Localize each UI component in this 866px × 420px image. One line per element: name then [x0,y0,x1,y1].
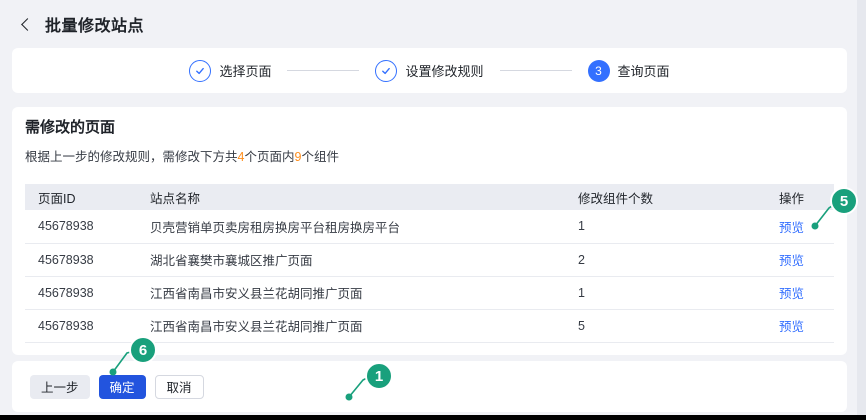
step-label: 选择页面 [219,61,271,80]
step-label: 设置修改规则 [405,61,483,80]
footer-action-bar: 上一步 确定 取消 [12,361,847,412]
chevron-left-icon [21,18,34,31]
cell-page-id: 45678938 [25,309,137,342]
cell-site-name: 贝壳营销单页卖房租房换房平台租房换房平台 [137,210,565,243]
cell-component-count: 1 [565,276,775,309]
bottom-edge-strip [0,415,866,420]
step-select-pages: 选择页面 [189,60,271,82]
step-connector [500,70,572,71]
previous-step-button[interactable]: 上一步 [30,375,90,399]
step-query-pages: 3 查询页面 [588,60,670,82]
cell-site-name: 湖北省襄樊市襄城区推广页面 [137,243,565,276]
col-header-page-id: 页面ID [25,184,137,210]
stepper-panel: 选择页面 设置修改规则 3 查询页面 [12,48,847,93]
step-connector [287,70,359,71]
page-title: 批量修改站点 [45,12,144,36]
table-row: 45678938 湖北省襄樊市襄城区推广页面 2 预览 [25,243,834,276]
annotation-marker-5: 5 [830,187,858,215]
back-button[interactable] [17,15,35,33]
col-header-actions: 操作 [775,184,834,210]
cell-component-count: 2 [565,243,775,276]
table-row: 45678938 贝壳营销单页卖房租房换房平台租房换房平台 1 预览 [25,210,834,243]
cell-action: 预览 [775,210,834,243]
cell-site-name: 江西省南昌市安义县兰花胡同推广页面 [137,309,565,342]
pages-table: 页面ID 站点名称 修改组件个数 操作 45678938 贝壳营销单页卖房租房换… [25,184,834,343]
cell-action: 预览 [775,276,834,309]
desc-suffix: 个组件 [301,150,339,164]
page-header: 批量修改站点 [0,0,847,48]
cell-component-count: 5 [565,309,775,342]
step-set-rules: 设置修改规则 [375,60,483,82]
preview-link[interactable]: 预览 [779,320,804,334]
step-done-check-icon [375,60,397,82]
step-number-badge: 3 [588,60,610,82]
cell-site-name: 江西省南昌市安义县兰花胡同推广页面 [137,276,565,309]
preview-link[interactable]: 预览 [779,254,804,268]
cell-page-id: 45678938 [25,210,137,243]
preview-link[interactable]: 预览 [779,287,804,301]
table-row: 45678938 江西省南昌市安义县兰花胡同推广页面 1 预览 [25,276,834,309]
desc-middle: 个页面内 [244,150,294,164]
preview-link[interactable]: 预览 [779,221,804,235]
col-header-component-count: 修改组件个数 [565,184,775,210]
stepper: 选择页面 设置修改规则 3 查询页面 [189,60,669,82]
cell-component-count: 1 [565,210,775,243]
page-right-gutter [857,0,866,420]
section-description: 根据上一步的修改规则，需修改下方共4个页面内9个组件 [25,151,834,164]
desc-prefix: 根据上一步的修改规则，需修改下方共 [25,150,238,164]
cell-action: 预览 [775,309,834,342]
confirm-button[interactable]: 确定 [99,375,146,399]
cancel-button[interactable]: 取消 [155,375,204,399]
step-done-check-icon [189,60,211,82]
cell-action: 预览 [775,243,834,276]
main-panel: 需修改的页面 根据上一步的修改规则，需修改下方共4个页面内9个组件 页面ID 站… [12,107,847,355]
step-label: 查询页面 [618,61,670,80]
col-header-site-name: 站点名称 [137,184,565,210]
annotation-marker-6: 6 [129,336,157,364]
section-title: 需修改的页面 [25,107,834,136]
cell-page-id: 45678938 [25,276,137,309]
table-header-row: 页面ID 站点名称 修改组件个数 操作 [25,184,834,210]
annotation-marker-1: 1 [365,362,393,390]
cell-page-id: 45678938 [25,243,137,276]
